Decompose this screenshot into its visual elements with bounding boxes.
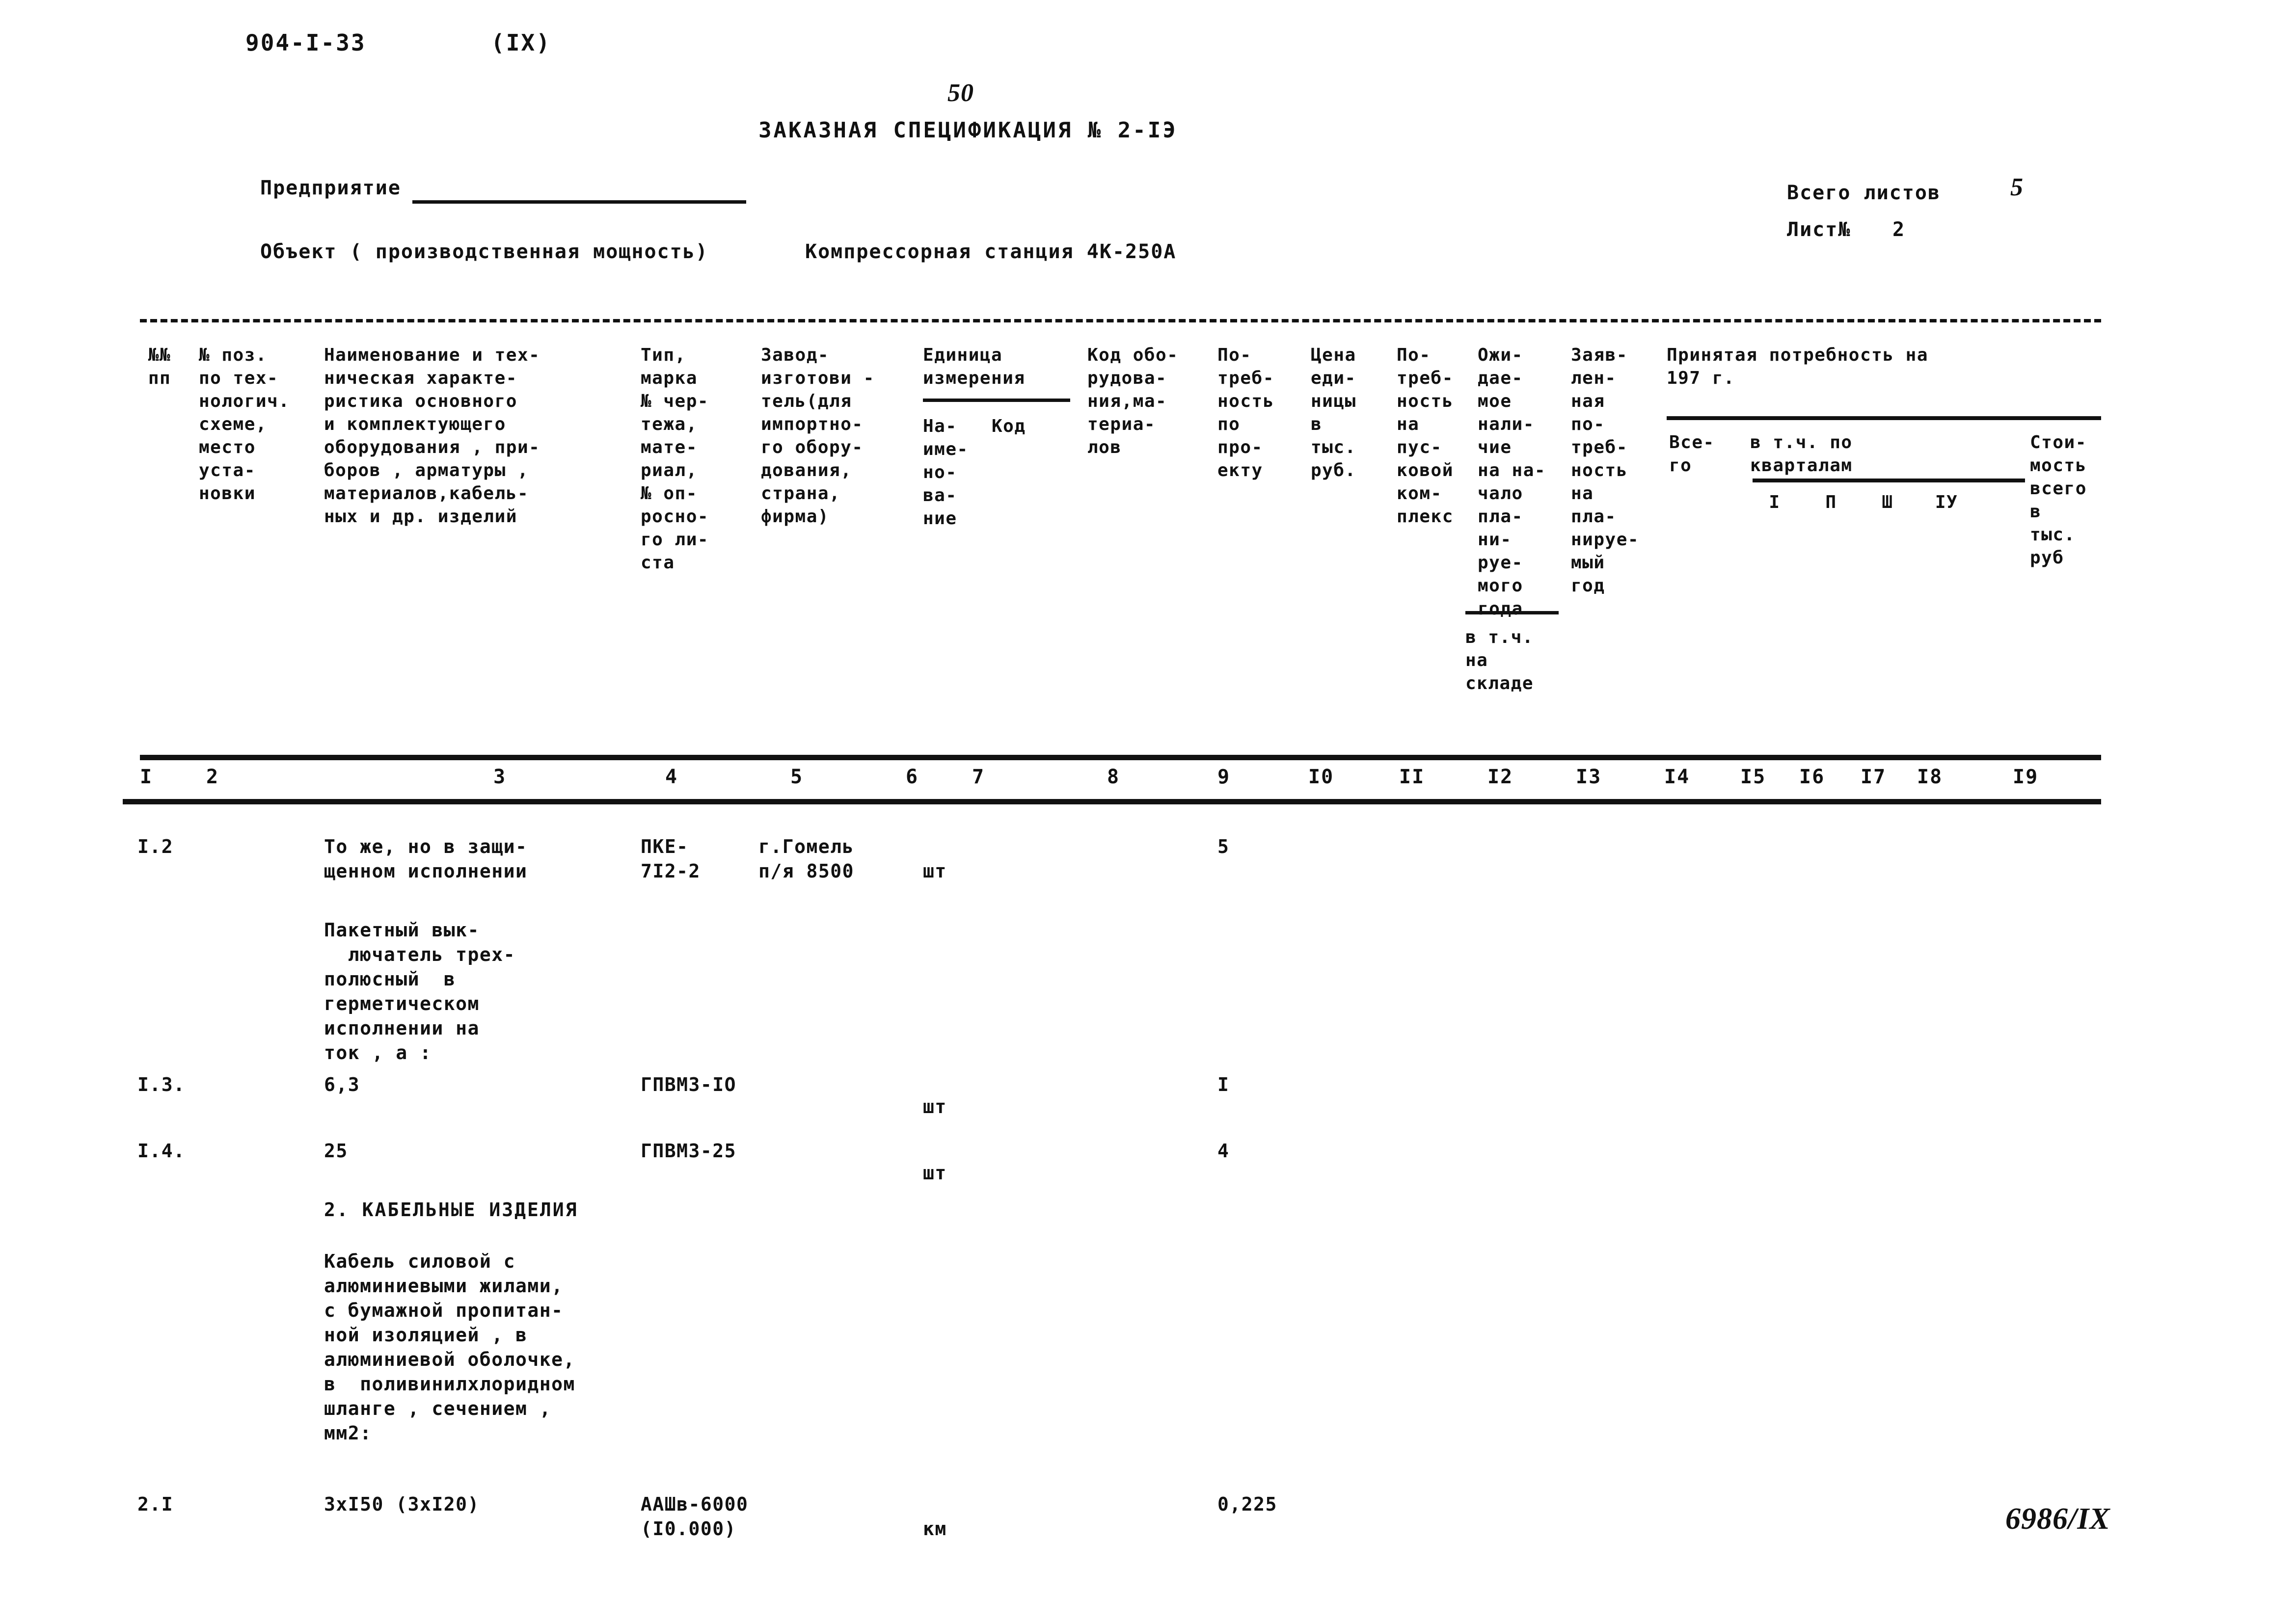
sheet-value: 2 — [1892, 218, 1906, 241]
row-manufacturer: г.Гомель п/я 8500 — [758, 836, 855, 882]
quarter-header-2: П — [1825, 492, 1837, 512]
column-number: I9 — [2013, 766, 2039, 788]
row-number: I.4. — [137, 1140, 186, 1162]
column-number: II — [1399, 766, 1425, 788]
right-group-divider — [1667, 416, 2101, 420]
row-unit: шт — [923, 860, 947, 882]
column-header-12: Ожи- дае- мое нали- чие на на- чало пла-… — [1478, 345, 1546, 619]
column-header-10: Цена еди- ницы в тыс. руб. — [1311, 345, 1356, 480]
column-number: I2 — [1487, 766, 1513, 788]
column-header-3: Наименование и тех- ническая характе- ри… — [324, 345, 540, 527]
column-number: I0 — [1308, 766, 1334, 788]
quarter-header-1: I — [1769, 492, 1781, 512]
column-header-quarters-group: в т.ч. по кварталам — [1750, 432, 1853, 476]
warehouse-note-divider — [1465, 611, 1559, 614]
row-quantity: 5 — [1217, 836, 1230, 857]
row-section-heading: 2. КАБЕЛЬНЫЕ ИЗДЕЛИЯ — [324, 1199, 578, 1221]
column-header-right-group: Принятая потребность на 197 г. — [1667, 345, 1928, 388]
sheet-label: Лист№ — [1787, 218, 1851, 241]
page-number-handwritten: 50 — [947, 79, 974, 107]
table-header-bottom-rule — [140, 755, 2101, 760]
document-code: 904-I-33 — [245, 29, 366, 56]
column-number: I — [140, 766, 153, 788]
row-quantity: I — [1217, 1074, 1230, 1095]
column-number: I8 — [1917, 766, 1943, 788]
table-top-border — [140, 319, 2101, 322]
row-type: ГПВМ3-IO — [641, 1074, 737, 1095]
total-sheets-label: Всего листов — [1787, 182, 1941, 204]
column-header-1: №№ пп — [148, 345, 171, 388]
archive-stamp-handwritten: 6986/IX — [2005, 1502, 2110, 1536]
row-description: Кабель силовой с алюминиевыми жилами, с … — [324, 1251, 575, 1444]
enterprise-underline — [412, 200, 746, 204]
row-quantity: 0,225 — [1217, 1493, 1277, 1515]
quarters-divider — [1753, 479, 2025, 482]
enterprise-label: Предприятие — [260, 177, 401, 199]
column-number: I5 — [1740, 766, 1766, 788]
object-value: Компрессорная станция 4К-250А — [805, 240, 1177, 263]
column-number: 3 — [493, 766, 507, 788]
specification-sheet: 904-I-33 (IX) 50 ЗАКАЗНАЯ СПЕЦИФИКАЦИЯ №… — [0, 0, 2296, 1623]
row-type: ГПВМ3-25 — [641, 1140, 737, 1162]
row-name: 6,3 — [324, 1074, 360, 1095]
column-header-13: Заяв- лен- ная по- треб- ность на пла- н… — [1571, 345, 1640, 596]
column-header-11: По- треб- ность на пус- ковой ком- плекс — [1397, 345, 1454, 527]
column-number: I3 — [1576, 766, 1602, 788]
row-unit: шт — [923, 1096, 947, 1117]
column-header-7: Код — [992, 416, 1026, 436]
row-quantity: 4 — [1217, 1140, 1230, 1162]
column-header-6-group: Единица измерения — [923, 345, 1026, 388]
table-body-top-rule — [123, 799, 2101, 804]
row-number: 2.I — [137, 1493, 174, 1515]
column-header-4: Тип, марка № чер- тежа, мате- риал, № оп… — [641, 345, 709, 573]
row-name: 25 — [324, 1140, 348, 1162]
column-number: 5 — [790, 766, 804, 788]
column-header-19: Стои- мость всего в тыс. руб — [2030, 432, 2087, 568]
column-number: I4 — [1664, 766, 1690, 788]
row-name: То же, но в защи- щенном исполнении — [324, 836, 528, 882]
column-number: I7 — [1861, 766, 1887, 788]
column-header-5: Завод- изготови - тель(для импортно- го … — [761, 345, 875, 527]
row-type: ААШв-6000 (I0.000) — [641, 1493, 749, 1540]
row-number: I.2 — [137, 836, 174, 857]
column-number: 8 — [1107, 766, 1120, 788]
quarter-header-3: Ш — [1882, 492, 1893, 512]
column-header-8: Код обо- рудова- ния,ма- териа- лов — [1087, 345, 1179, 457]
quarter-header-4: IУ — [1935, 492, 1958, 512]
object-label: Объект ( производственная мощность) — [260, 240, 708, 263]
column-number: 2 — [206, 766, 219, 788]
column-number: 9 — [1217, 766, 1231, 788]
column-header-6: На- име- но- ва- ние — [923, 416, 969, 529]
column-header-2: № поз. по тех- нологич. схеме, место уст… — [199, 345, 290, 504]
row-type: ПКЕ- 7I2-2 — [641, 836, 701, 882]
column-header-14: Все- го — [1669, 432, 1715, 476]
column-number: I6 — [1799, 766, 1825, 788]
row-name: 3хI50 (3хI20) — [324, 1493, 480, 1515]
row-unit: км — [923, 1518, 947, 1540]
document-section: (IX) — [491, 29, 551, 56]
unit-group-divider — [923, 399, 1070, 402]
column-header-9: По- треб- ность по про- екту — [1217, 345, 1274, 480]
row-number: I.3. — [137, 1074, 186, 1095]
column-number: 6 — [906, 766, 919, 788]
total-sheets-value: 5 — [2010, 173, 2024, 201]
row-unit: шт — [923, 1162, 947, 1184]
column-number: 4 — [665, 766, 678, 788]
column-header-12-note: в т.ч. на складе — [1465, 627, 1534, 693]
row-description: Пакетный вык- лючатель трех- полюсный в … — [324, 919, 516, 1064]
page-title: ЗАКАЗНАЯ СПЕЦИФИКАЦИЯ № 2-IЭ — [758, 118, 1178, 143]
column-number: 7 — [972, 766, 985, 788]
